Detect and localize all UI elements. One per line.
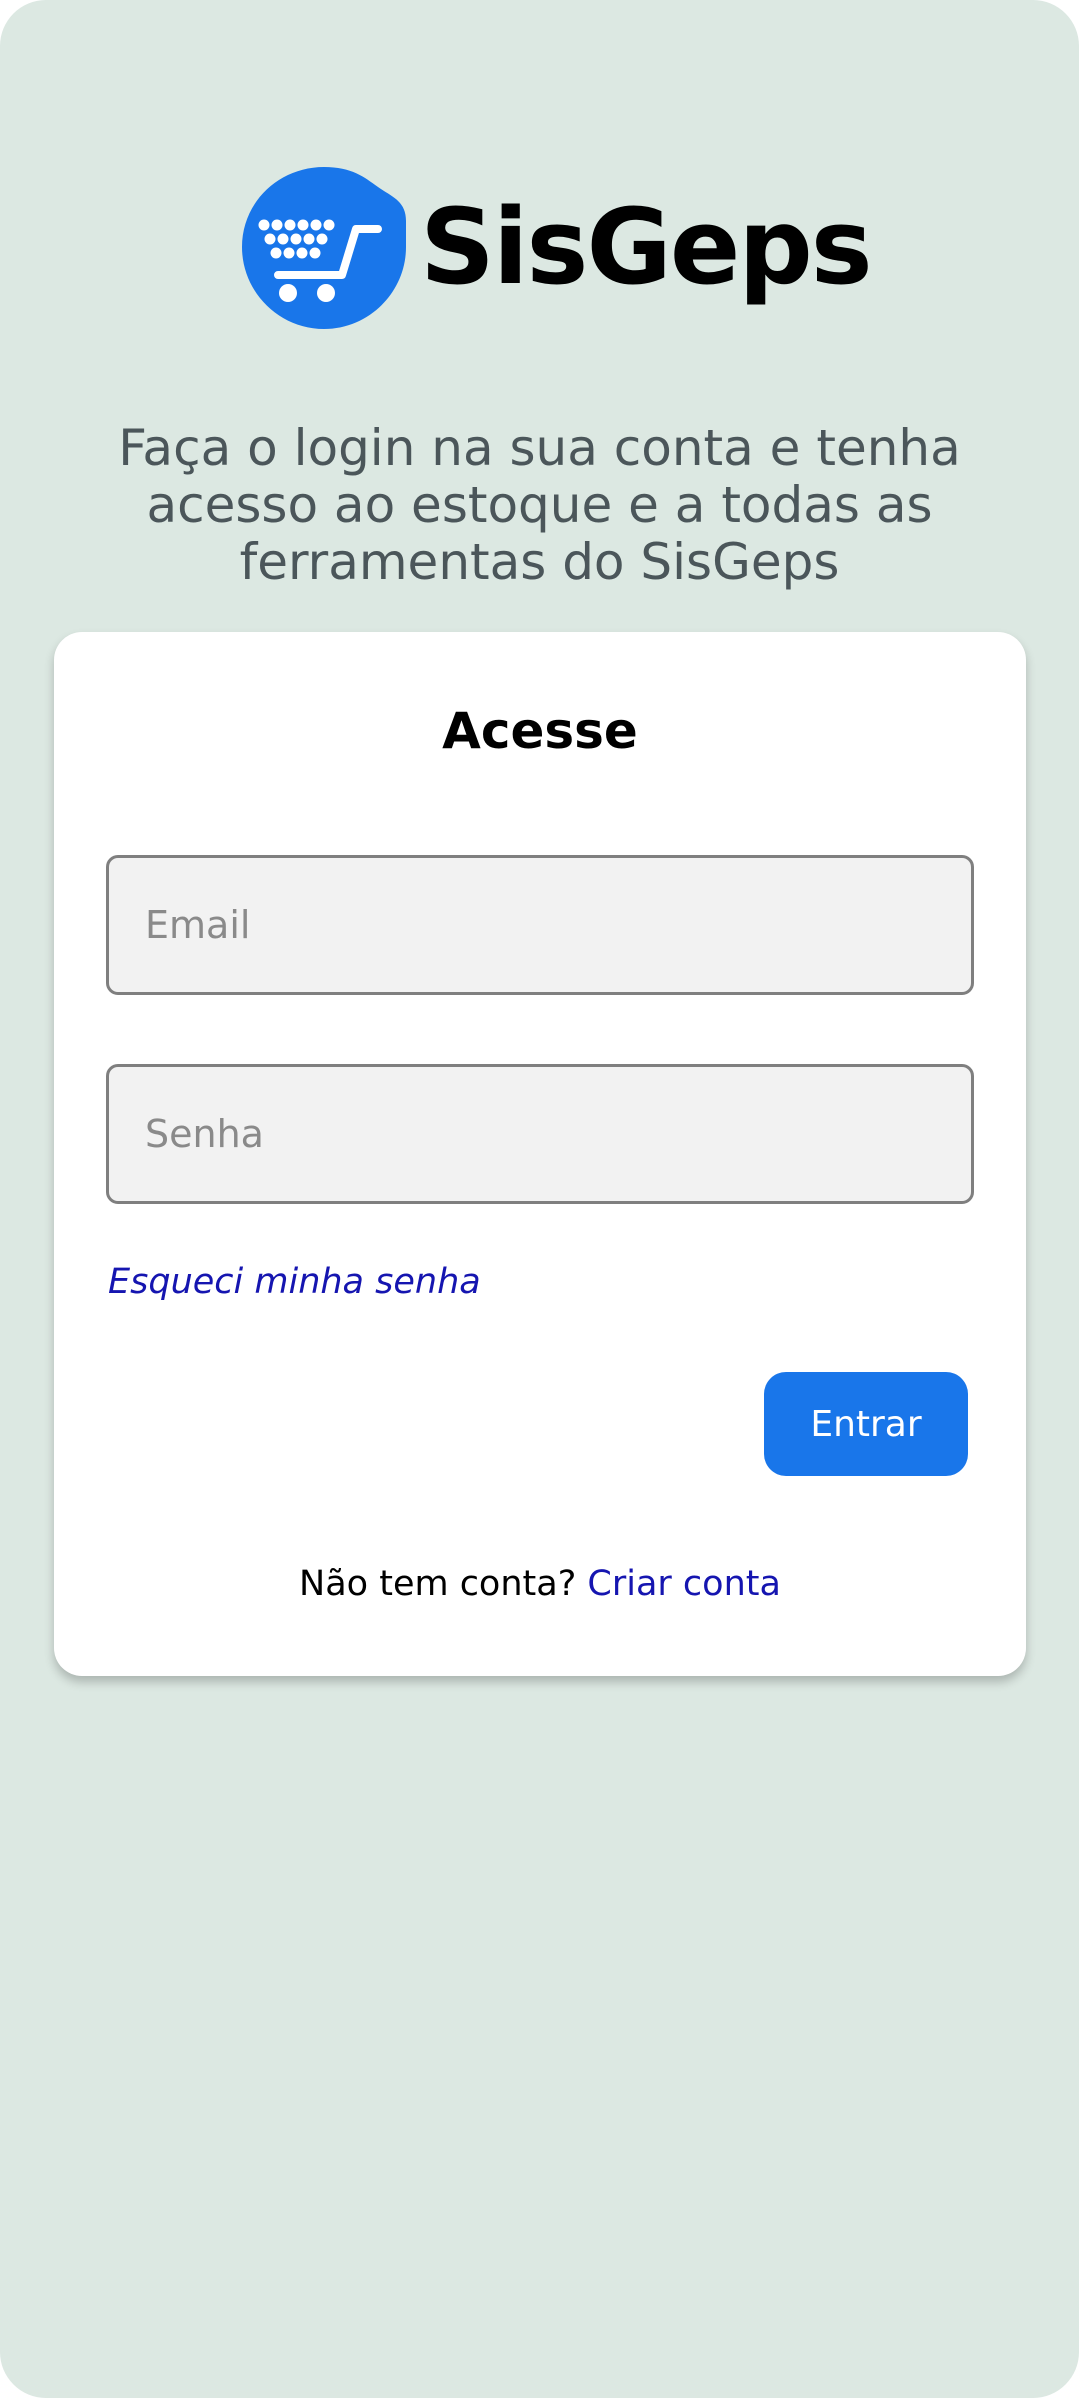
email-field[interactable] xyxy=(106,855,974,995)
brand-name: SisGeps xyxy=(420,186,873,308)
password-field[interactable] xyxy=(106,1064,974,1204)
forgot-password-link[interactable]: Esqueci minha senha xyxy=(108,1262,481,1302)
login-button[interactable]: Entrar xyxy=(764,1372,968,1476)
login-card: Acesse Esqueci minha senha Entrar Não te… xyxy=(54,632,1026,1676)
login-title: Acesse xyxy=(442,702,638,760)
brand-header: SisGeps xyxy=(240,162,873,332)
create-account-link[interactable]: Criar conta xyxy=(587,1564,781,1604)
signup-prompt: Não tem conta? xyxy=(299,1564,588,1604)
intro-text: Faça o login na sua conta e tenha acesso… xyxy=(118,419,961,591)
login-screen: SisGeps Faça o login na sua conta e tenh… xyxy=(0,0,1079,2398)
signup-row: Não tem conta? Criar conta xyxy=(54,1564,1026,1604)
shopping-cart-icon xyxy=(242,167,406,329)
